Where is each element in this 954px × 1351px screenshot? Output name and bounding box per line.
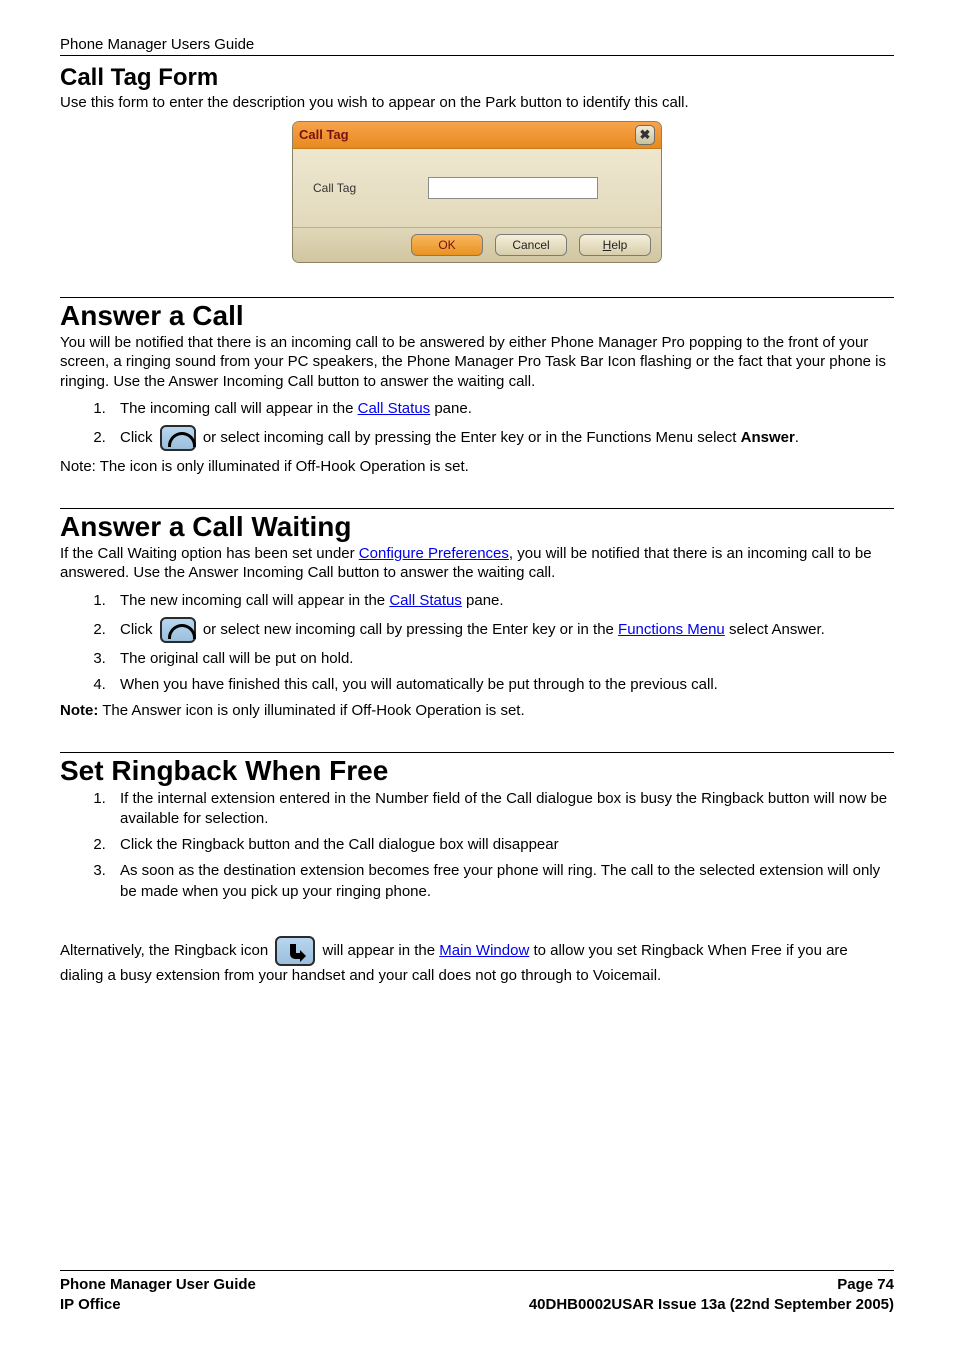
help-button[interactable]: Help (579, 234, 651, 256)
list-item: As soon as the destination extension bec… (110, 861, 894, 902)
help-underline: H (603, 238, 612, 252)
answer-bold: Answer (741, 429, 795, 446)
answer-call-waiting-heading: Answer a Call Waiting (60, 511, 894, 543)
call-tag-field-label: Call Tag (313, 181, 356, 195)
answer-call-icon[interactable] (160, 425, 196, 451)
answer-call-waiting-note: Note: The Answer icon is only illuminate… (60, 701, 894, 721)
footer-page-number: Page 74 (529, 1275, 894, 1295)
page-footer: Phone Manager User Guide IP Office Page … (60, 1270, 894, 1316)
list-item: When you have finished this call, you wi… (110, 675, 894, 695)
step-text: select Answer. (725, 621, 825, 638)
call-status-link[interactable]: Call Status (358, 400, 431, 417)
list-item: Click or select incoming call by pressin… (110, 425, 894, 451)
step-text: The new incoming call will appear in the (120, 592, 389, 609)
ok-button[interactable]: OK (411, 234, 483, 256)
dialog-title: Call Tag (299, 127, 349, 142)
footer-guide-name: Phone Manager User Guide (60, 1275, 256, 1295)
step-text: or select new incoming call by pressing … (199, 621, 618, 638)
note-label: Note: (60, 702, 98, 719)
step-text: . (795, 429, 799, 446)
ringback-alt-paragraph: Alternatively, the Ringback icon will ap… (60, 936, 894, 986)
call-tag-form-heading: Call Tag Form (60, 64, 894, 92)
configure-preferences-link[interactable]: Configure Preferences (359, 545, 509, 562)
answer-call-waiting-intro: If the Call Waiting option has been set … (60, 544, 894, 583)
footer-left: Phone Manager User Guide IP Office (60, 1275, 256, 1316)
alt-text: will appear in the (318, 942, 439, 959)
section-divider (60, 297, 894, 298)
ringback-heading: Set Ringback When Free (60, 755, 894, 787)
answer-call-intro: You will be notified that there is an in… (60, 333, 894, 392)
dialog-titlebar: Call Tag ✖ (293, 122, 661, 149)
footer-product: IP Office (60, 1295, 256, 1315)
intro-text: If the Call Waiting option has been set … (60, 545, 359, 562)
list-item: If the internal extension entered in the… (110, 789, 894, 830)
call-tag-dialog: Call Tag ✖ Call Tag OK Cancel Help (292, 121, 662, 263)
step-text: Click (120, 621, 157, 638)
dialog-footer: OK Cancel Help (293, 227, 661, 262)
answer-call-icon[interactable] (160, 617, 196, 643)
answer-call-note: Note: The icon is only illuminated if Of… (60, 457, 894, 477)
section-divider (60, 752, 894, 753)
doc-header: Phone Manager Users Guide (60, 36, 894, 56)
call-tag-form-intro: Use this form to enter the description y… (60, 93, 894, 113)
main-window-link[interactable]: Main Window (439, 942, 529, 959)
list-item: The new incoming call will appear in the… (110, 591, 894, 611)
step-text: pane. (430, 400, 472, 417)
call-status-link[interactable]: Call Status (389, 592, 462, 609)
section-divider (60, 508, 894, 509)
note-text: The Answer icon is only illuminated if O… (98, 702, 524, 719)
dialog-body: Call Tag (293, 149, 661, 227)
list-item: The original call will be put on hold. (110, 649, 894, 669)
call-tag-dialog-image: Call Tag ✖ Call Tag OK Cancel Help (60, 121, 894, 267)
ringback-icon[interactable] (275, 936, 315, 966)
answer-call-heading: Answer a Call (60, 300, 894, 332)
close-icon[interactable]: ✖ (635, 125, 655, 145)
step-text: pane. (462, 592, 504, 609)
list-item: Click the Ringback button and the Call d… (110, 835, 894, 855)
step-text: or select incoming call by pressing the … (199, 429, 741, 446)
footer-issue: 40DHB0002USAR Issue 13a (22nd September … (529, 1295, 894, 1315)
list-item: The incoming call will appear in the Cal… (110, 399, 894, 419)
list-item: Click or select new incoming call by pre… (110, 617, 894, 643)
call-tag-input[interactable] (428, 177, 598, 199)
spacer (60, 908, 894, 930)
cancel-button[interactable]: Cancel (495, 234, 567, 256)
alt-text: Alternatively, the Ringback icon (60, 942, 272, 959)
answer-call-steps: The incoming call will appear in the Cal… (110, 399, 894, 451)
answer-call-waiting-steps: The new incoming call will appear in the… (110, 591, 894, 696)
ringback-steps: If the internal extension entered in the… (110, 789, 894, 902)
step-text: The incoming call will appear in the (120, 400, 358, 417)
footer-right: Page 74 40DHB0002USAR Issue 13a (22nd Se… (529, 1275, 894, 1316)
step-text: Click (120, 429, 157, 446)
functions-menu-link[interactable]: Functions Menu (618, 621, 725, 638)
